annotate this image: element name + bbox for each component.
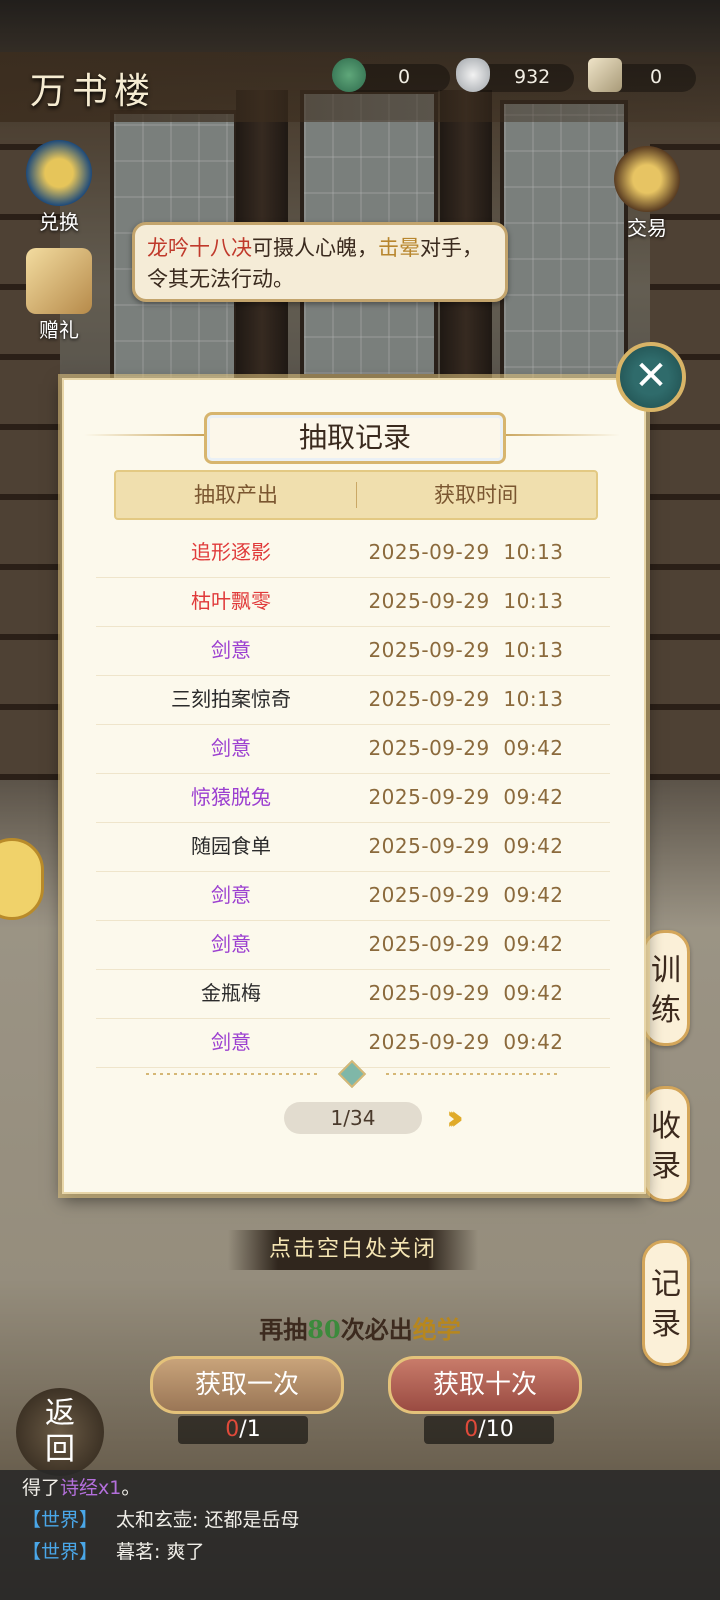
chat-text: 得了 xyxy=(22,1477,61,1499)
table-row: 惊猿脱兔 2025-09-29 09:42 xyxy=(96,773,610,823)
table-row: 追形逐影 2025-09-29 10:13 xyxy=(96,528,610,578)
chat-channel-tag: 【世界】 xyxy=(22,1541,99,1563)
record-item: 枯叶飘零 xyxy=(191,589,271,613)
tab-train-label: 训练 xyxy=(651,953,681,1028)
book-ticket-icon[interactable] xyxy=(588,58,622,92)
record-time: 2025-09-29 10:13 xyxy=(368,540,564,564)
gift-button[interactable]: 赠礼 xyxy=(24,248,94,343)
speech-keyword: 击晕 xyxy=(378,236,420,260)
record-time: 2025-09-29 09:42 xyxy=(368,1030,564,1054)
draw-ten-button[interactable]: 获取十次 xyxy=(388,1356,582,1414)
dialog-title: 抽取记录 xyxy=(204,412,506,464)
gift-box-icon xyxy=(26,248,92,314)
close-button[interactable]: ✕ xyxy=(616,342,686,412)
table-row: 剑意 2025-09-29 09:42 xyxy=(96,871,610,921)
back-label: 回 xyxy=(45,1432,75,1467)
exchange-button[interactable]: 兑换 xyxy=(24,140,94,235)
record-item: 惊猿脱兔 xyxy=(191,785,271,809)
chat-text: 。 xyxy=(121,1477,141,1499)
resource-value: 932 xyxy=(514,66,551,88)
record-time: 2025-09-29 09:42 xyxy=(368,785,564,809)
record-item: 剑意 xyxy=(211,736,251,760)
record-item: 随园食单 xyxy=(191,834,271,858)
tab-collect-label: 收录 xyxy=(651,1109,681,1184)
next-page-button[interactable]: ››› xyxy=(446,1098,464,1138)
record-item: 金瓶梅 xyxy=(201,981,261,1005)
trade-button[interactable]: 交易 xyxy=(612,146,682,241)
chat-panel[interactable]: 得了诗经x1。 【世界】 太和玄壶: 还都是岳母 【世界】 暮茗: 爽了 xyxy=(0,1470,720,1600)
chat-text: 太和玄壶: 还都是岳母 xyxy=(116,1509,300,1531)
gift-label: 赠礼 xyxy=(39,318,79,342)
title-ornament xyxy=(84,434,204,436)
pity-prefix: 再抽 xyxy=(259,1315,308,1344)
record-time: 2025-09-29 09:42 xyxy=(368,834,564,858)
chat-item: 诗经x1 xyxy=(60,1477,122,1499)
chat-channel-tag: 【世界】 xyxy=(22,1509,99,1531)
table-header: 抽取产出 获取时间 xyxy=(114,470,598,520)
tab-train[interactable]: 训练 xyxy=(642,930,690,1046)
record-time: 2025-09-29 09:42 xyxy=(368,932,564,956)
pity-suffix: 绝学 xyxy=(412,1315,461,1344)
table-row: 剑意 2025-09-29 09:42 xyxy=(96,920,610,970)
abacus-icon xyxy=(614,146,680,212)
tab-collect[interactable]: 收录 xyxy=(642,1086,690,1202)
skill-name: 龙吟十八决 xyxy=(147,236,252,260)
table-row: 剑意 2025-09-29 09:42 xyxy=(96,724,610,774)
table-row: 三刻拍案惊奇 2025-09-29 10:13 xyxy=(96,675,610,725)
record-time: 2025-09-29 10:13 xyxy=(368,687,564,711)
pity-counter: 再抽80次必出绝学 xyxy=(0,1310,720,1345)
exchange-label: 兑换 xyxy=(39,210,79,234)
speech-text: 可摄人心魄， xyxy=(252,236,378,260)
double-chevron-right-icon: ››› xyxy=(446,1098,464,1138)
resource-value: 0 xyxy=(650,66,663,88)
record-item: 剑意 xyxy=(211,638,251,662)
cost-owned: 0 xyxy=(464,1417,479,1442)
speech-bubble: 龙吟十八决可摄人心魄，击晕对手，令其无法行动。 xyxy=(132,222,508,302)
silver-ingot-icon xyxy=(456,58,490,92)
pity-mid: 次必出 xyxy=(340,1315,413,1344)
divider xyxy=(146,1073,320,1075)
close-icon: ✕ xyxy=(634,353,668,399)
chat-line: 【世界】 暮茗: 爽了 xyxy=(22,1536,204,1568)
back-label: 返 xyxy=(45,1396,75,1431)
record-time: 2025-09-29 10:13 xyxy=(368,638,564,662)
cost-owned: 0 xyxy=(225,1417,240,1442)
trade-label: 交易 xyxy=(627,216,667,240)
back-button[interactable]: 返 回 xyxy=(16,1388,104,1476)
record-time: 2025-09-29 09:42 xyxy=(368,981,564,1005)
divider xyxy=(386,1073,560,1075)
jade-toad-icon[interactable] xyxy=(332,58,366,92)
draw-ten-cost: 0/10 xyxy=(424,1416,554,1444)
coin-pavilion-icon xyxy=(26,140,92,206)
chat-line: 得了诗经x1。 xyxy=(22,1472,140,1504)
table-row: 枯叶飘零 2025-09-29 10:13 xyxy=(96,577,610,627)
record-item: 剑意 xyxy=(211,883,251,907)
page-title: 万书楼 xyxy=(30,71,157,112)
page-indicator: 1/34 xyxy=(284,1102,422,1134)
column-header-time: 获取时间 xyxy=(434,483,518,507)
chat-line: 【世界】 太和玄壶: 还都是岳母 xyxy=(22,1504,299,1536)
table-row: 随园食单 2025-09-29 09:42 xyxy=(96,822,610,872)
pity-count: 80 xyxy=(307,1315,341,1344)
record-item: 三刻拍案惊奇 xyxy=(171,687,291,711)
record-time: 2025-09-29 09:42 xyxy=(368,736,564,760)
draw-once-button[interactable]: 获取一次 xyxy=(150,1356,344,1414)
record-time: 2025-09-29 09:42 xyxy=(368,883,564,907)
record-item: 剑意 xyxy=(211,1030,251,1054)
table-row: 剑意 2025-09-29 10:13 xyxy=(96,626,610,676)
column-header-item: 抽取产出 xyxy=(194,483,278,507)
cost-required: /1 xyxy=(239,1417,261,1442)
resource-value: 0 xyxy=(398,66,411,88)
title-ornament xyxy=(500,434,620,436)
record-item: 追形逐影 xyxy=(191,540,271,564)
record-time: 2025-09-29 10:13 xyxy=(368,589,564,613)
record-item: 剑意 xyxy=(211,932,251,956)
draw-once-cost: 0/1 xyxy=(178,1416,308,1444)
table-row: 金瓶梅 2025-09-29 09:42 xyxy=(96,969,610,1019)
close-hint: 点击空白处关闭 xyxy=(228,1230,478,1270)
cost-required: /10 xyxy=(478,1417,514,1442)
chat-text: 暮茗: 爽了 xyxy=(116,1541,205,1563)
tab-record[interactable]: 记录 xyxy=(642,1240,690,1366)
